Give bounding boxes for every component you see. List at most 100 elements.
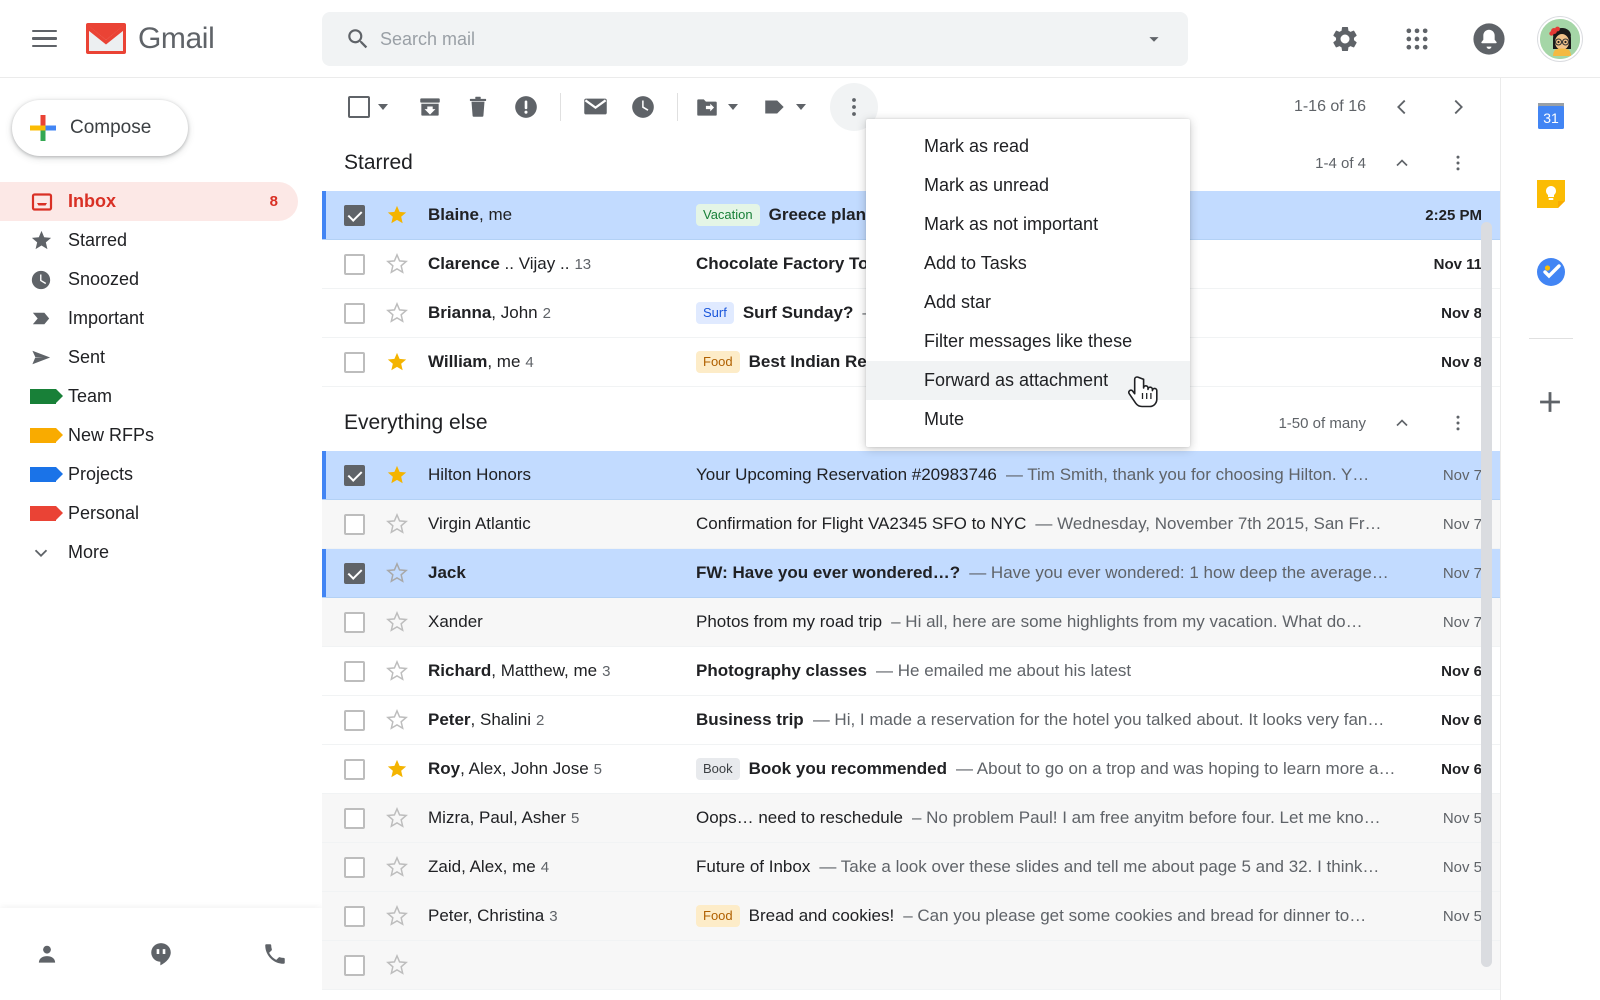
row-checkbox[interactable] — [344, 254, 386, 275]
label-chip[interactable]: Food — [696, 351, 740, 373]
star-outline-icon[interactable] — [386, 562, 428, 584]
hangouts-icon[interactable] — [144, 937, 178, 971]
row-checkbox[interactable] — [344, 465, 386, 486]
phone-icon[interactable] — [258, 937, 292, 971]
table-row[interactable]: Zaid, Alex, me4 Future of Inbox — Take a… — [322, 843, 1500, 892]
archive-icon[interactable] — [406, 83, 454, 131]
star-outline-icon[interactable] — [386, 660, 428, 682]
google-apps-grid-icon[interactable] — [1394, 16, 1440, 62]
labels-chevron-down-icon[interactable] — [796, 104, 806, 110]
table-row[interactable]: Peter, Shalini2 Business trip — Hi, I ma… — [322, 696, 1500, 745]
table-row[interactable]: Virgin Atlantic Confirmation for Flight … — [322, 500, 1500, 549]
table-row[interactable]: Jack FW: Have you ever wondered…? — Have… — [322, 549, 1500, 598]
label-chip[interactable]: Surf — [696, 302, 734, 324]
avatar[interactable] — [1538, 17, 1582, 61]
table-row[interactable]: Peter, Christina3 Food Bread and cookies… — [322, 892, 1500, 941]
main-menu-icon[interactable] — [20, 15, 68, 63]
move-to-chevron-down-icon[interactable] — [728, 104, 738, 110]
report-spam-icon[interactable] — [502, 83, 550, 131]
row-checkbox[interactable] — [344, 759, 386, 780]
table-row[interactable]: Xander Photos from my road trip – Hi all… — [322, 598, 1500, 647]
sidebar-item-inbox[interactable]: Inbox 8 — [0, 182, 298, 221]
sidebar-item-team[interactable]: Team — [0, 377, 298, 416]
row-checkbox[interactable] — [344, 857, 386, 878]
settings-gear-icon[interactable] — [1322, 16, 1368, 62]
search-input[interactable] — [380, 29, 1134, 50]
snooze-icon[interactable] — [619, 83, 667, 131]
table-row[interactable]: Hilton Honors Your Upcoming Reservation … — [322, 451, 1500, 500]
row-checkbox[interactable] — [344, 612, 386, 633]
sidebar-item-new-rfps[interactable]: New RFPs — [0, 416, 298, 455]
row-checkbox[interactable] — [344, 955, 386, 976]
search-options-chevron-down-icon[interactable] — [1134, 28, 1174, 50]
next-page-icon[interactable] — [1438, 87, 1478, 127]
table-row[interactable]: Richard, Matthew, me3 Photography classe… — [322, 647, 1500, 696]
labels-icon[interactable] — [756, 83, 812, 131]
label-chip[interactable]: Book — [696, 758, 740, 780]
star-outline-icon[interactable] — [386, 709, 428, 731]
previous-page-icon[interactable] — [1382, 87, 1422, 127]
menu-item-mute[interactable]: Mute — [866, 400, 1190, 439]
google-keep-icon[interactable] — [1535, 178, 1567, 210]
menu-item-mark-as-read[interactable]: Mark as read — [866, 127, 1190, 166]
mark-as-read-icon[interactable] — [571, 83, 619, 131]
menu-item-mark-as-unread[interactable]: Mark as unread — [866, 166, 1190, 205]
row-checkbox[interactable] — [344, 710, 386, 731]
star-outline-icon[interactable] — [386, 253, 428, 275]
collapse-section-chevron-up-icon[interactable] — [1382, 143, 1422, 183]
star-outline-icon[interactable] — [386, 905, 428, 927]
delete-icon[interactable] — [454, 83, 502, 131]
star-outline-icon[interactable] — [386, 954, 428, 976]
mail-list-scrollbar[interactable] — [1481, 222, 1492, 982]
scrollbar-thumb[interactable] — [1481, 222, 1492, 967]
row-checkbox[interactable] — [344, 906, 386, 927]
menu-item-filter-messages-like-these[interactable]: Filter messages like these — [866, 322, 1190, 361]
table-row[interactable]: Roy, Alex, John Jose5 Book Book you reco… — [322, 745, 1500, 794]
sidebar-item-projects[interactable]: Projects — [0, 455, 298, 494]
sidebar-item-sent[interactable]: Sent — [0, 338, 298, 377]
star-icon[interactable] — [386, 464, 428, 486]
google-tasks-icon[interactable] — [1535, 256, 1567, 288]
table-row[interactable]: Mizra, Paul, Asher5 Oops… need to resche… — [322, 794, 1500, 843]
star-outline-icon[interactable] — [386, 856, 428, 878]
notifications-bell-icon[interactable] — [1466, 16, 1512, 62]
sidebar-item-important[interactable]: Important — [0, 299, 298, 338]
row-checkbox[interactable] — [344, 661, 386, 682]
star-icon[interactable] — [386, 351, 428, 373]
sidebar-item-starred[interactable]: Starred — [0, 221, 298, 260]
menu-item-add-to-tasks[interactable]: Add to Tasks — [866, 244, 1190, 283]
move-to-icon[interactable] — [688, 83, 744, 131]
label-chip[interactable]: Food — [696, 905, 740, 927]
menu-item-forward-as-attachment[interactable]: Forward as attachment — [866, 361, 1190, 400]
label-chip[interactable]: Vacation — [696, 204, 760, 226]
star-icon[interactable] — [386, 204, 428, 226]
row-checkbox[interactable] — [344, 352, 386, 373]
row-checkbox[interactable] — [344, 205, 386, 226]
star-outline-icon[interactable] — [386, 513, 428, 535]
select-all-box[interactable] — [348, 96, 370, 118]
section-more-options-icon[interactable] — [1438, 403, 1478, 443]
star-icon[interactable] — [386, 758, 428, 780]
table-row-partial[interactable] — [322, 941, 1500, 990]
collapse-section-chevron-up-icon[interactable] — [1382, 403, 1422, 443]
row-checkbox[interactable] — [344, 808, 386, 829]
sidebar-item-more[interactable]: More — [0, 533, 298, 572]
section-more-options-icon[interactable] — [1438, 143, 1478, 183]
sidebar-item-snoozed[interactable]: Snoozed — [0, 260, 298, 299]
select-all-chevron-down-icon[interactable] — [378, 104, 388, 110]
star-outline-icon[interactable] — [386, 611, 428, 633]
menu-item-add-star[interactable]: Add star — [866, 283, 1190, 322]
sidebar-item-personal[interactable]: Personal — [0, 494, 298, 533]
row-checkbox[interactable] — [344, 514, 386, 535]
select-all-checkbox[interactable] — [338, 83, 398, 131]
menu-item-mark-as-not-important[interactable]: Mark as not important — [866, 205, 1190, 244]
contacts-icon[interactable] — [30, 937, 64, 971]
star-outline-icon[interactable] — [386, 807, 428, 829]
search-bar[interactable] — [322, 12, 1188, 66]
compose-button[interactable]: Compose — [12, 100, 188, 156]
add-on-icon[interactable] — [1533, 385, 1569, 421]
row-checkbox[interactable] — [344, 563, 386, 584]
row-checkbox[interactable] — [344, 303, 386, 324]
google-calendar-icon[interactable]: 31 — [1535, 100, 1567, 132]
star-outline-icon[interactable] — [386, 302, 428, 324]
